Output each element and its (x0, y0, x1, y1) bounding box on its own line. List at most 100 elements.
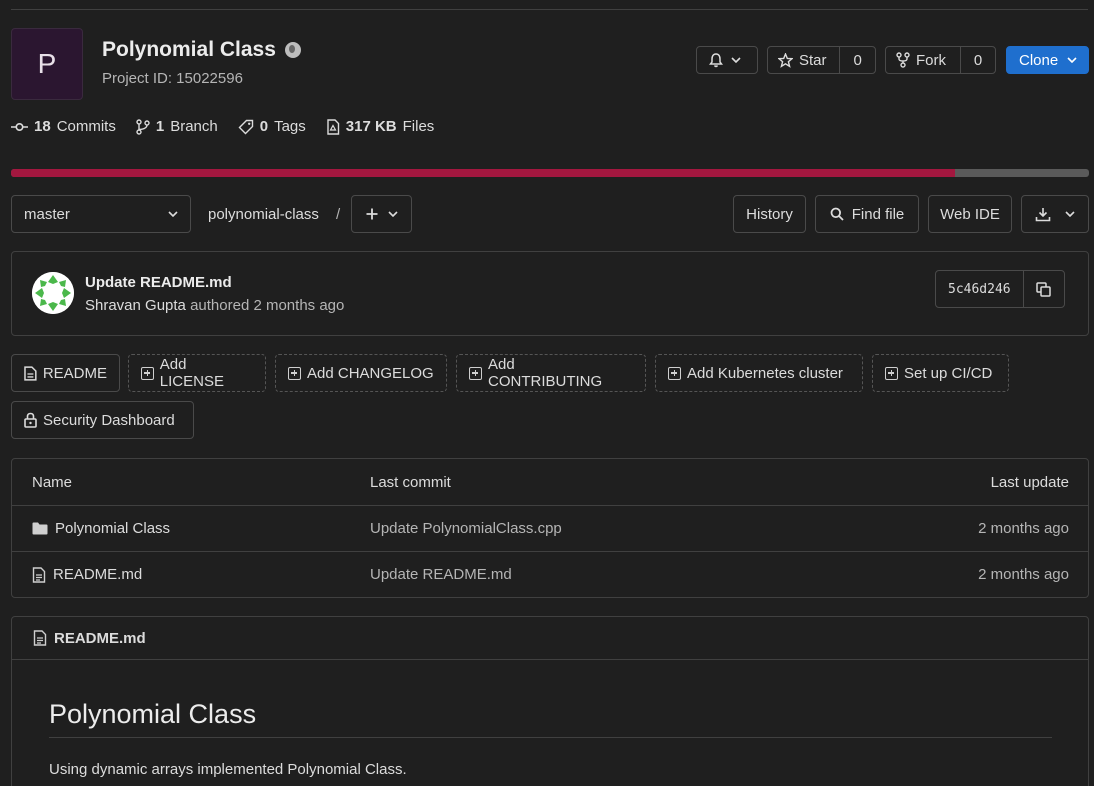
last-update-cell: 2 months ago (978, 520, 1069, 537)
top-divider (11, 9, 1088, 10)
project-avatar[interactable]: P (11, 28, 83, 100)
star-count[interactable]: 0 (839, 47, 875, 73)
table-row[interactable]: README.md Update README.md 2 months ago (12, 551, 1088, 597)
star-label: Star (799, 51, 827, 69)
column-header-last-commit: Last commit (370, 473, 451, 491)
add-square-icon (141, 366, 154, 380)
add-license-label: Add LICENSE (159, 356, 224, 390)
chevron-down-icon (1065, 211, 1075, 217)
star-button[interactable]: Star 0 (767, 46, 876, 74)
tags-label: Tags (274, 118, 306, 135)
tags-link[interactable]: 0 Tags (238, 118, 306, 135)
commit-sha[interactable]: 5c46d246 (936, 271, 1023, 307)
add-square-icon (668, 366, 681, 380)
document-icon (24, 365, 37, 381)
history-button[interactable]: History (733, 195, 806, 233)
fork-button[interactable]: Fork 0 (885, 46, 996, 74)
lock-icon (24, 412, 37, 428)
chevron-down-icon (1067, 57, 1077, 63)
add-license-button[interactable]: Add LICENSE (128, 354, 266, 392)
file-name[interactable]: README.md (53, 566, 142, 583)
fork-count[interactable]: 0 (960, 47, 995, 73)
plus-icon (366, 208, 377, 220)
readme-body: Using dynamic arrays implemented Polynom… (49, 761, 407, 778)
commits-label: Commits (56, 118, 116, 135)
table-header-row: Name Last commit Last update (12, 459, 1088, 505)
last-update-cell: 2 months ago (978, 566, 1069, 583)
file-icon (32, 566, 46, 583)
add-contributing-button[interactable]: Add CONTRIBUTING (456, 354, 646, 392)
commits-count: 18 (34, 118, 51, 135)
table-row[interactable]: Polynomial Class Update PolynomialClass.… (12, 505, 1088, 551)
last-commit-cell[interactable]: Update README.md (370, 566, 512, 583)
tag-icon (238, 119, 253, 134)
readme-heading: Polynomial Class (49, 699, 257, 729)
project-id: Project ID: 15022596 (102, 70, 243, 87)
column-header-last-update: Last update (990, 473, 1069, 491)
commit-author[interactable]: Shravan Gupta (85, 297, 186, 314)
branch-selector[interactable]: master (11, 195, 191, 233)
bell-icon (709, 52, 723, 67)
add-square-icon (469, 366, 482, 380)
project-name[interactable]: Polynomial Class (102, 38, 276, 62)
find-file-button[interactable]: Find file (815, 195, 919, 233)
column-header-name: Name (32, 473, 73, 491)
commit-message[interactable]: Update README.md (85, 274, 232, 291)
add-changelog-button[interactable]: Add CHANGELOG (275, 354, 447, 392)
clone-dropdown-button[interactable]: Clone (1006, 46, 1089, 74)
files-label: Files (402, 118, 435, 135)
repository-language-bar (11, 169, 1089, 177)
breadcrumb-separator: / (336, 206, 341, 223)
clone-label: Clone (1019, 51, 1059, 69)
readme-filename[interactable]: README.md (54, 630, 146, 647)
language-bar-primary[interactable] (11, 169, 956, 177)
fork-icon (896, 52, 910, 68)
fork-label: Fork (916, 51, 946, 69)
readme-button[interactable]: README (11, 354, 120, 392)
file-tree-table: Name Last commit Last update Polynomial … (11, 458, 1089, 598)
setup-cicd-label: Set up CI/CD (904, 364, 993, 382)
web-ide-button[interactable]: Web IDE (928, 195, 1012, 233)
readme-header: README.md (12, 617, 1088, 660)
commit-icon (11, 122, 28, 131)
project-stats: 18 Commits 1 Branch 0 Tags 317 KB Files (11, 118, 434, 135)
breadcrumb-root[interactable]: polynomial-class (208, 206, 319, 223)
commits-link[interactable]: 18 Commits (11, 118, 116, 135)
last-commit-cell[interactable]: Update PolynomialClass.cpp (370, 520, 562, 537)
file-name-cell[interactable]: Polynomial Class (32, 520, 170, 537)
commit-author-line: Shravan Gupta authored 2 months ago (85, 297, 344, 314)
history-label: History (746, 205, 793, 223)
copy-sha-button[interactable] (1022, 271, 1064, 307)
tags-count: 0 (259, 118, 269, 135)
project-title: Polynomial Class (102, 38, 301, 62)
readme-label: README (42, 364, 107, 382)
commit-authored-time: authored 2 months ago (190, 297, 345, 314)
star-icon (778, 52, 793, 68)
setup-cicd-button[interactable]: Set up CI/CD (872, 354, 1009, 392)
security-dashboard-button[interactable]: Security Dashboard (11, 401, 194, 439)
file-name[interactable]: Polynomial Class (55, 520, 170, 537)
add-changelog-label: Add CHANGELOG (307, 364, 434, 382)
chevron-down-icon (387, 211, 398, 217)
search-icon (830, 207, 844, 221)
notification-dropdown[interactable] (696, 46, 758, 74)
add-kubernetes-cluster-button[interactable]: Add Kubernetes cluster (655, 354, 863, 392)
file-name-cell[interactable]: README.md (32, 566, 142, 583)
branches-link[interactable]: 1 Branch (136, 118, 218, 135)
file-size-icon (327, 118, 339, 135)
branch-icon (136, 118, 150, 135)
copy-icon (1036, 281, 1051, 297)
chevron-down-icon (731, 57, 741, 63)
download-icon (1035, 207, 1051, 221)
download-dropdown[interactable] (1021, 195, 1089, 233)
add-square-icon (885, 366, 898, 380)
globe-icon (284, 42, 301, 58)
author-avatar[interactable] (32, 272, 74, 314)
readme-heading-rule (49, 737, 1052, 738)
add-to-tree-dropdown[interactable] (351, 195, 412, 233)
add-square-icon (288, 366, 301, 380)
last-commit-panel: Update README.md Shravan Gupta authored … (11, 251, 1089, 336)
folder-icon (32, 522, 48, 535)
file-icon (33, 630, 47, 646)
files-link[interactable]: 317 KB Files (326, 118, 435, 135)
